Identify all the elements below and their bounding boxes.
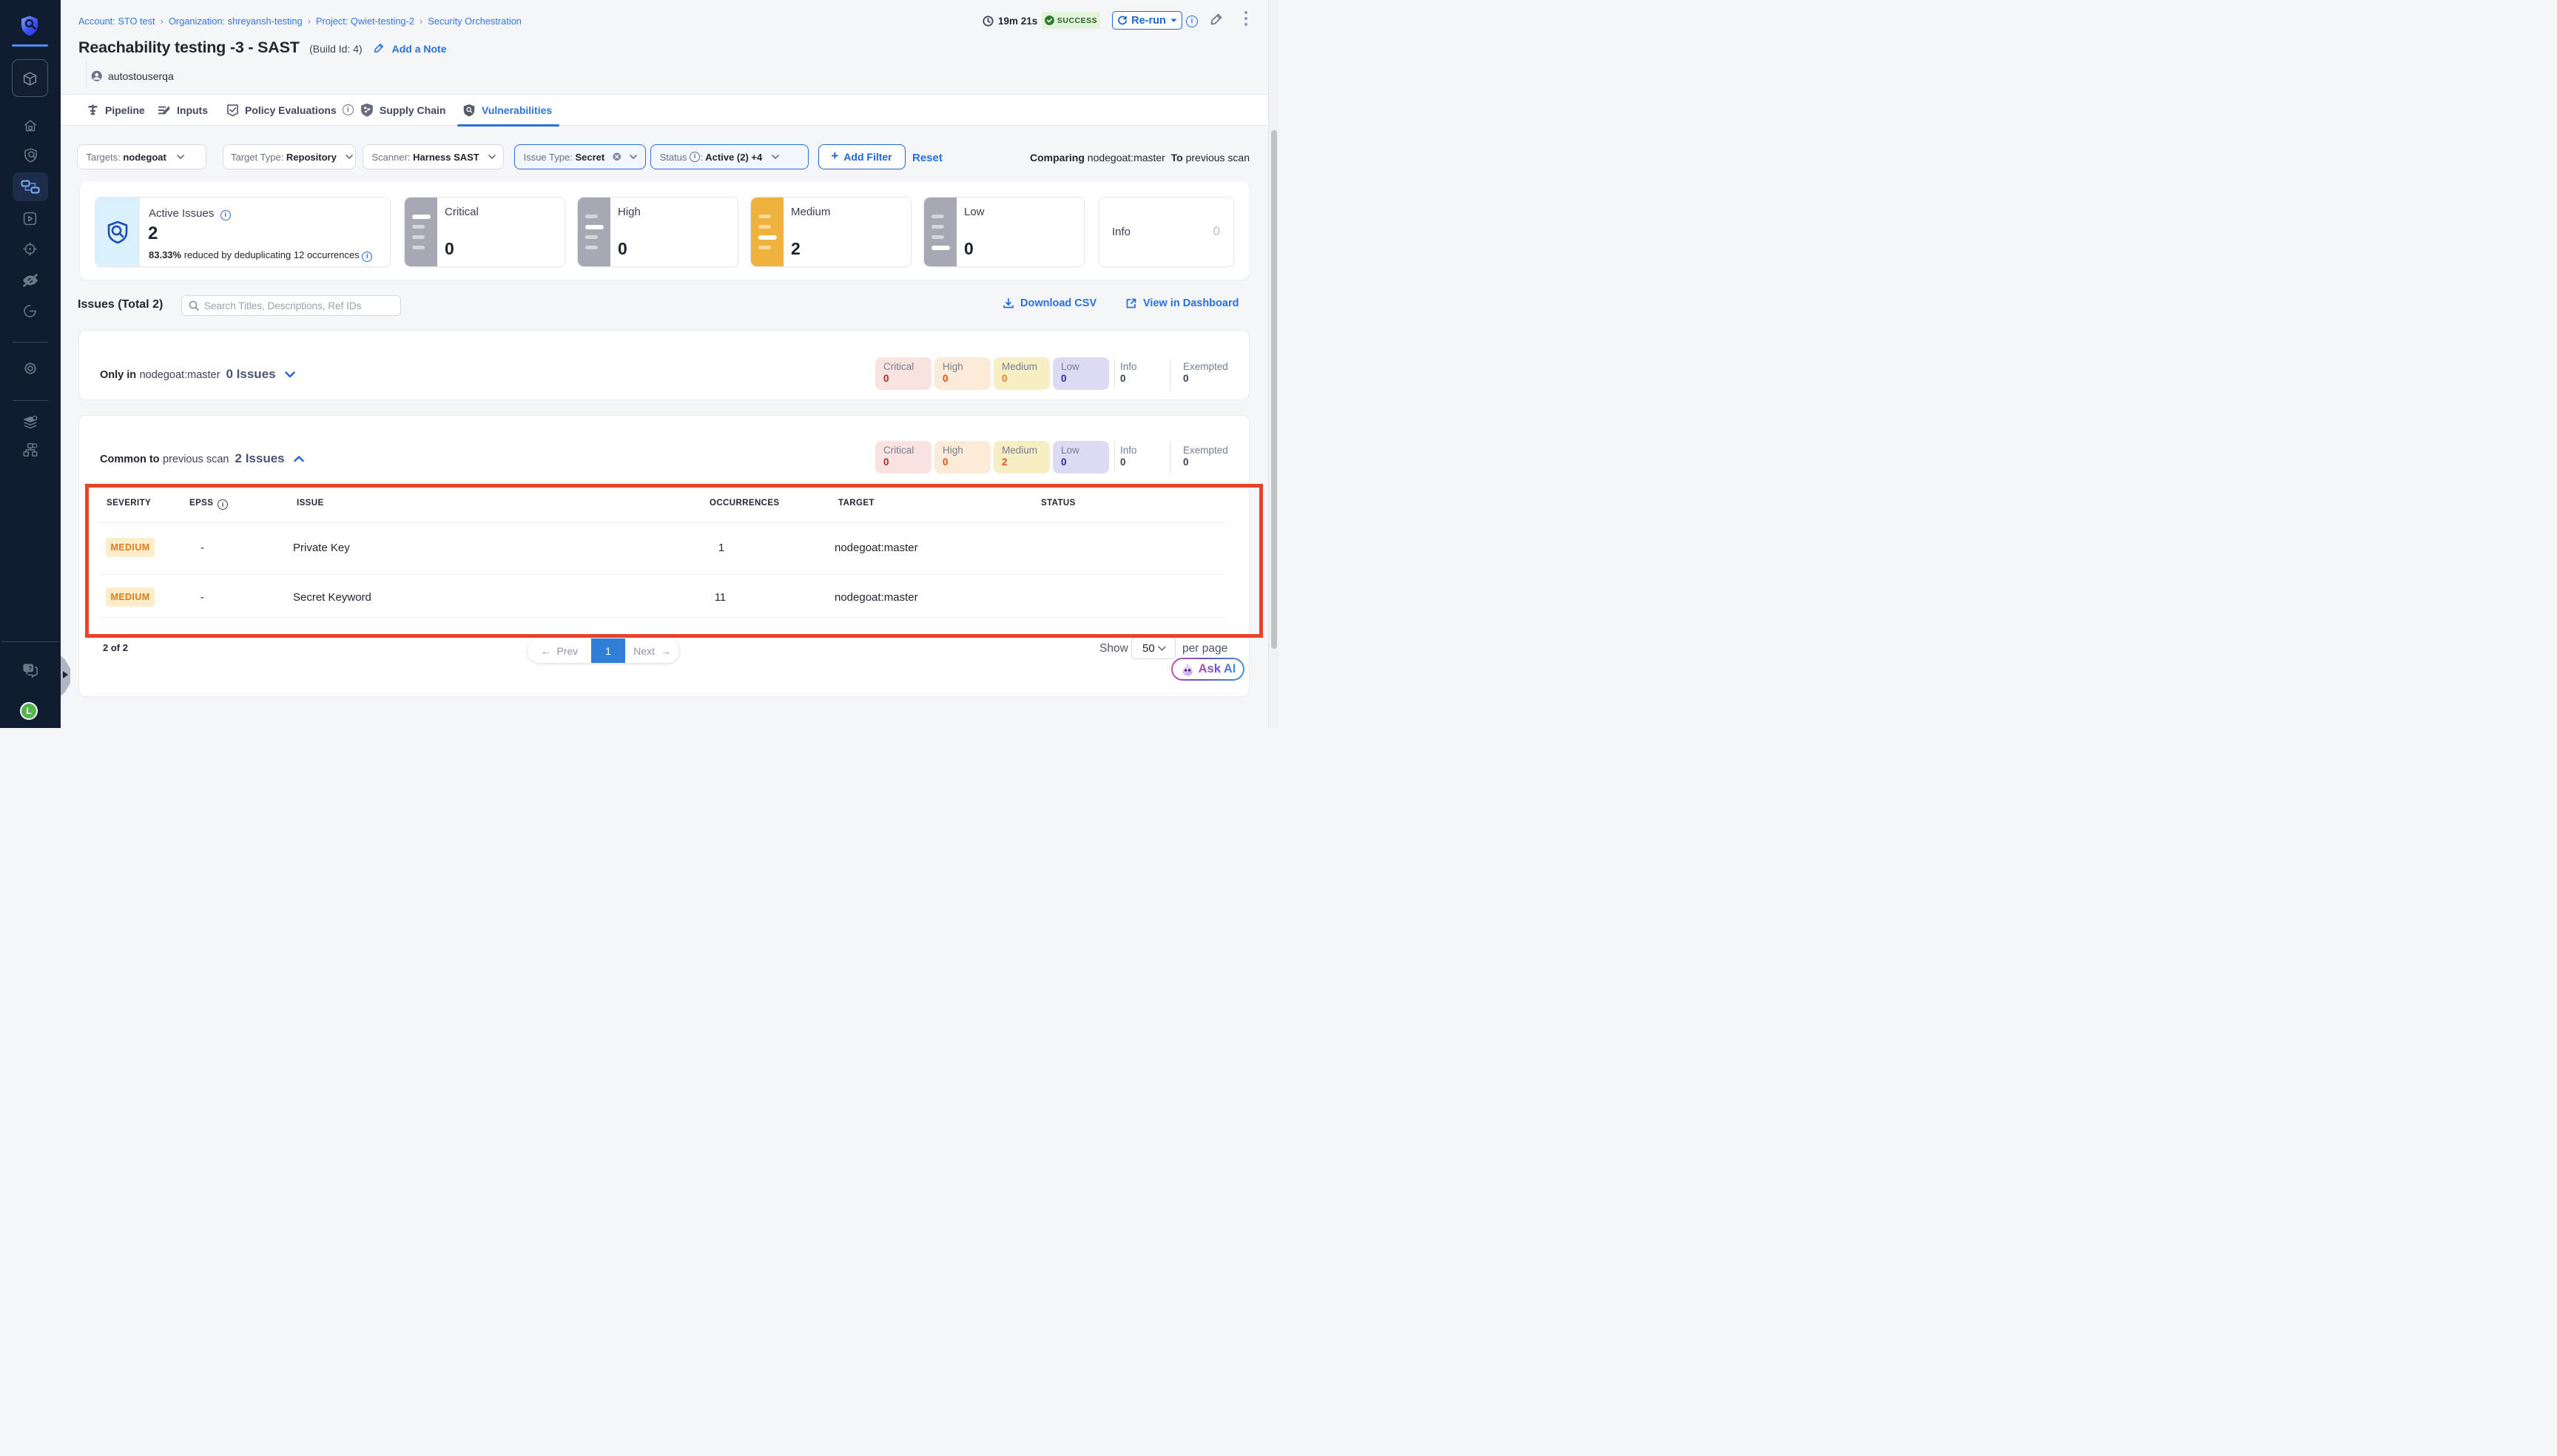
svg-text:?: ?: [28, 665, 32, 672]
